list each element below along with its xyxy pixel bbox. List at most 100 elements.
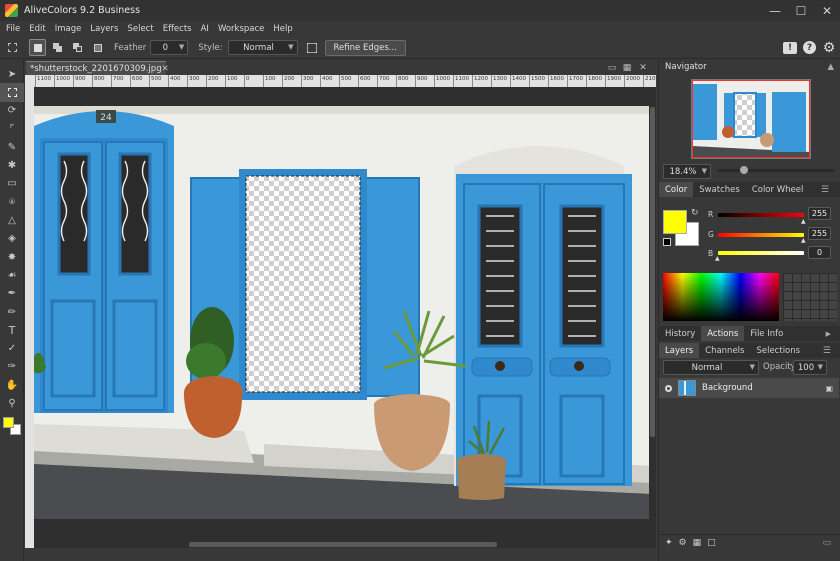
document-view-icon[interactable]: ▭ [606, 62, 618, 74]
b-slider[interactable] [718, 251, 804, 255]
new-adjustment-icon[interactable]: ✦ [665, 538, 673, 548]
intersect-selection-icon[interactable] [89, 39, 106, 56]
eye-icon[interactable] [665, 384, 672, 392]
new-layer-icon[interactable]: □ [707, 538, 716, 548]
subtract-selection-icon[interactable] [69, 39, 86, 56]
retouch-tool-icon[interactable]: ✸ [0, 248, 24, 266]
menu-help[interactable]: Help [273, 24, 292, 34]
r-slider[interactable] [718, 213, 804, 217]
close-icon[interactable]: ✕ [814, 0, 840, 21]
foreground-color-swatch[interactable] [663, 210, 687, 234]
chevron-right-icon[interactable]: ▶ [826, 330, 831, 338]
marquee-tool-icon[interactable] [0, 83, 24, 102]
feather-input[interactable]: 0 ▼ [150, 40, 189, 55]
b-value-input[interactable]: 0 [808, 246, 831, 259]
tool-color-swatches[interactable] [0, 415, 23, 439]
lock-icon[interactable]: ▣ [825, 384, 833, 393]
tab-color-wheel[interactable]: Color Wheel [746, 182, 810, 197]
panel-menu-icon[interactable]: ☰ [823, 346, 831, 356]
refine-edges-button[interactable]: Refine Edges... [324, 39, 406, 56]
tab-color[interactable]: Color [659, 182, 694, 197]
minimize-icon[interactable]: — [762, 0, 788, 21]
default-colors-icon[interactable] [663, 238, 671, 246]
menu-image[interactable]: Image [55, 24, 82, 34]
menu-select[interactable]: Select [127, 24, 153, 34]
tool-foreground-swatch[interactable] [3, 416, 14, 428]
tab-history[interactable]: History [659, 326, 701, 341]
layer-effects-icon[interactable]: ⚙ [679, 538, 687, 548]
grid-view-icon[interactable]: ▦ [621, 62, 633, 74]
move-tool-icon[interactable]: ➤ [0, 65, 24, 83]
menu-edit[interactable]: Edit [29, 24, 45, 34]
pen-tool-icon[interactable]: ✒ [0, 285, 24, 303]
collapse-icon[interactable]: ▲ [827, 62, 834, 72]
g-slider[interactable] [718, 233, 804, 237]
new-group-icon[interactable]: ▦ [693, 538, 702, 548]
pencil-tool-icon[interactable]: ✏ [0, 303, 24, 321]
r-slider-thumb[interactable]: ▲ [801, 218, 806, 225]
document-tab[interactable]: *shutterstock_2201670309.jpg ✕ [26, 61, 169, 75]
vertical-scroll-thumb[interactable] [650, 107, 655, 437]
photo-canvas[interactable]: 24 [34, 106, 652, 519]
layer-row[interactable]: Background ▣ [659, 378, 839, 398]
brush-tool-icon[interactable]: ✎ [0, 138, 24, 156]
close-document-icon[interactable]: ✕ [637, 62, 649, 74]
triangle-tool-icon[interactable]: △ [0, 211, 24, 229]
stamp-tool-icon[interactable]: ⍟ [0, 193, 24, 211]
custom-swatch-grid[interactable] [783, 273, 837, 321]
horizontal-scrollbar[interactable] [34, 541, 652, 548]
menu-file[interactable]: File [6, 24, 20, 34]
tab-file-info[interactable]: File Info [744, 326, 789, 341]
path-tool-icon[interactable]: ✓ [0, 339, 24, 357]
zoom-tool-icon[interactable]: ⚲ [0, 394, 24, 412]
opacity-input[interactable]: 100 ▼ [793, 360, 827, 375]
blend-mode-dropdown[interactable]: Normal ▼ [663, 360, 759, 375]
eyedropper-tool-icon[interactable]: ✑ [0, 358, 24, 376]
navigator-title: Navigator [665, 62, 707, 72]
delete-layer-icon[interactable]: ▭ [822, 538, 831, 548]
menu-layers[interactable]: Layers [90, 24, 118, 34]
menu-workspace[interactable]: Workspace [218, 24, 264, 34]
tab-selections[interactable]: Selections [750, 343, 806, 358]
style-dropdown[interactable]: Normal ▼ [227, 40, 298, 55]
notification-icon[interactable]: ! [783, 41, 797, 54]
fill-tool-icon[interactable]: ◈ [0, 230, 24, 248]
maximize-icon[interactable]: ☐ [788, 0, 814, 21]
zoom-slider-thumb[interactable] [740, 166, 748, 174]
b-slider-thumb[interactable]: ▲ [715, 255, 720, 262]
clone-tool-icon[interactable]: ✱ [0, 156, 24, 174]
tab-actions[interactable]: Actions [701, 326, 745, 341]
tab-swatches[interactable]: Swatches [693, 182, 746, 197]
marquee-size-icon[interactable] [304, 39, 321, 56]
tab-layers[interactable]: Layers [659, 343, 700, 358]
ruler-label: 100 [263, 75, 282, 87]
new-selection-icon[interactable] [29, 39, 46, 56]
navigator-preview[interactable] [691, 79, 811, 159]
close-tab-icon[interactable]: ✕ [162, 64, 169, 74]
menu-effects[interactable]: Effects [163, 24, 192, 34]
r-value-input[interactable]: 255 [808, 207, 831, 220]
crop-tool-icon[interactable]: ⌜ [0, 120, 24, 138]
vertical-scrollbar[interactable] [649, 87, 656, 541]
ruler-label: 200 [206, 75, 225, 87]
zoom-dropdown[interactable]: 18.4% ▼ [663, 164, 711, 179]
swap-colors-icon[interactable]: ↻ [691, 208, 699, 218]
horizontal-scroll-thumb[interactable] [189, 542, 497, 547]
selection-preset-icon[interactable] [4, 39, 21, 56]
g-slider-thumb[interactable]: ▲ [801, 237, 806, 244]
navigator-viewport-frame[interactable] [692, 80, 810, 158]
eraser-tool-icon[interactable]: ▭ [0, 175, 24, 193]
zoom-slider[interactable] [717, 166, 835, 174]
lasso-tool-icon[interactable]: ⟳ [0, 102, 24, 120]
help-icon[interactable]: ? [803, 41, 816, 54]
g-value-input[interactable]: 255 [808, 227, 831, 240]
color-spectrum[interactable] [663, 273, 779, 321]
tab-channels[interactable]: Channels [699, 343, 750, 358]
menu-ai[interactable]: AI [201, 24, 209, 34]
add-selection-icon[interactable] [49, 39, 66, 56]
hand-tool-icon[interactable]: ✋ [0, 376, 24, 394]
settings-gear-icon[interactable]: ⚙ [822, 40, 836, 56]
text-tool-icon[interactable]: T [0, 321, 24, 339]
panel-menu-icon[interactable]: ☰ [821, 185, 829, 195]
smudge-tool-icon[interactable]: ☙ [0, 266, 24, 284]
